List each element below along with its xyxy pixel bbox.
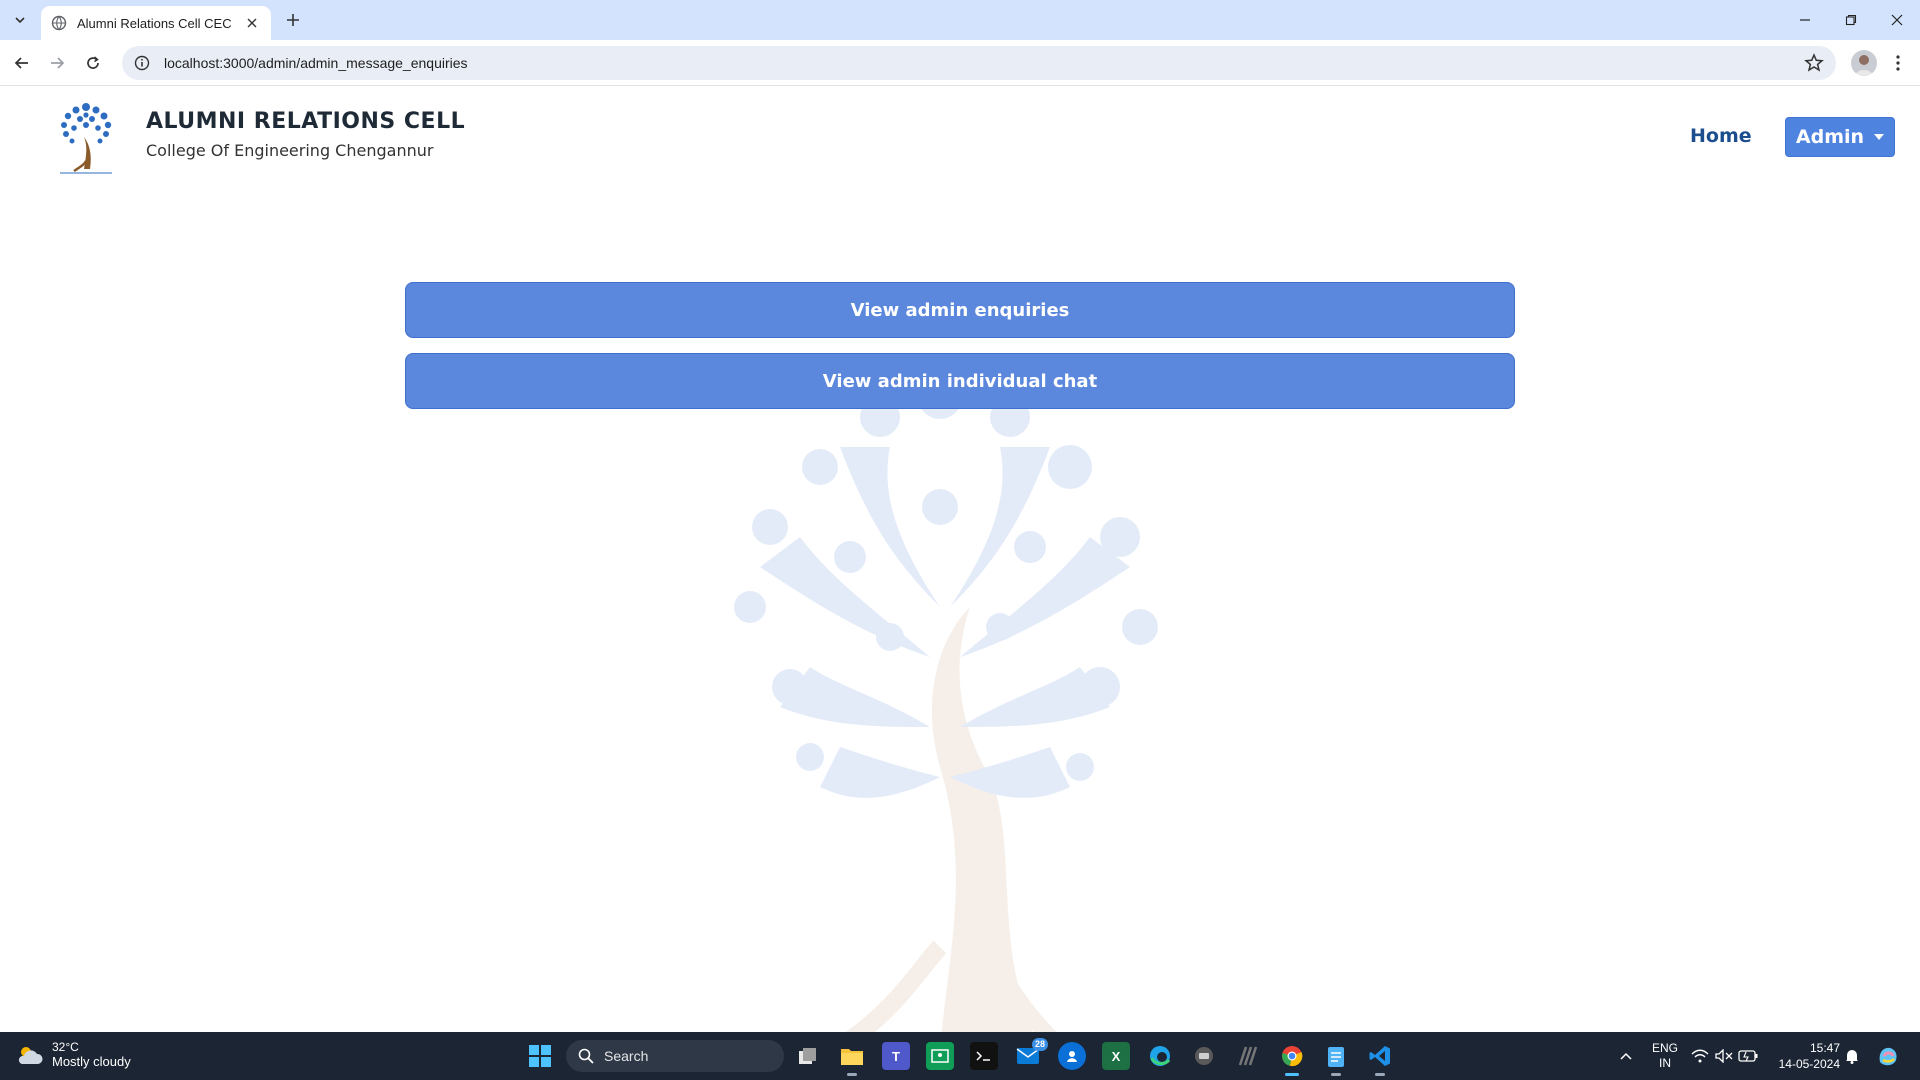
clock-time: 15:47 [1809,1041,1840,1055]
address-bar[interactable]: localhost:3000/admin/admin_message_enqui… [122,46,1836,80]
weather-condition: Mostly cloudy [52,1054,131,1069]
view-admin-enquiries-button[interactable]: View admin enquiries [405,282,1515,338]
notes-app-icon[interactable] [1234,1042,1262,1070]
url-text: localhost:3000/admin/admin_message_enqui… [164,55,468,71]
back-arrow-icon[interactable] [8,49,36,77]
clock-date: 14-05-2024 [1778,1057,1840,1071]
site-header: ALUMNI RELATIONS CELL College Of Enginee… [0,87,1920,187]
tree-watermark-image [734,375,1158,1032]
search-icon [578,1048,594,1064]
copilot-icon[interactable] [1874,1042,1902,1070]
restore-icon[interactable] [1828,0,1874,40]
nav-admin-label: Admin [1795,126,1865,148]
tab-search-chevron-icon[interactable] [8,8,32,32]
caret-down-icon [1874,134,1885,140]
browser-menu-icon[interactable] [1886,51,1910,75]
notification-bell-icon[interactable] [1838,1042,1866,1070]
classroom-icon[interactable] [926,1042,954,1070]
site-title: ALUMNI RELATIONS CELL [146,109,466,134]
globe-icon [51,15,67,31]
region-code: IN [1659,1056,1671,1070]
mail-icon[interactable]: 28 [1014,1038,1048,1070]
file-explorer-icon[interactable] [838,1042,866,1076]
search-placeholder: Search [604,1048,649,1064]
notepad-icon[interactable] [1322,1042,1350,1076]
tray-expand-chevron-icon[interactable] [1612,1042,1640,1070]
vscode-icon[interactable] [1366,1042,1394,1076]
battery-icon[interactable] [1734,1042,1762,1070]
tab-title: Alumni Relations Cell CEC [77,15,232,31]
language-code: ENG [1651,1041,1678,1055]
weather-widget[interactable]: 32°C Mostly cloudy [16,1040,131,1070]
cloud-sun-icon [18,1047,43,1064]
terminal-icon[interactable] [970,1042,998,1070]
mail-badge: 28 [1031,1038,1048,1051]
browser-toolbar: localhost:3000/admin/admin_message_enqui… [0,40,1920,86]
nav-admin-dropdown[interactable]: Admin [1785,117,1895,157]
app-circle-icon[interactable] [1190,1042,1218,1070]
reload-icon[interactable] [79,49,107,77]
taskbar-clock[interactable]: 15:47 14-05-2024 [1770,1040,1840,1072]
teams-icon[interactable]: T [882,1042,910,1070]
site-info-icon[interactable] [134,55,150,71]
browser-tab[interactable]: Alumni Relations Cell CEC [41,6,271,40]
taskbar-search[interactable]: Search [566,1040,784,1072]
store-icon[interactable] [1058,1042,1086,1070]
tab-close-icon[interactable] [243,14,261,32]
windows-start-icon[interactable] [526,1042,554,1070]
minimize-icon[interactable] [1782,0,1828,40]
windows-taskbar: 32°C Mostly cloudy Search T 28 X ENG IN … [0,1032,1920,1080]
site-subtitle: College Of Engineering Chengannur [146,141,434,160]
page-content: ALUMNI RELATIONS CELL College Of Enginee… [0,87,1920,1032]
task-view-icon[interactable] [794,1042,822,1070]
window-close-icon[interactable] [1874,0,1920,40]
language-indicator[interactable]: ENG IN [1650,1041,1680,1071]
new-tab-plus-icon[interactable] [281,8,305,32]
alumni-tree-logo[interactable] [46,97,126,177]
view-admin-individual-chat-button[interactable]: View admin individual chat [405,353,1515,409]
chrome-icon[interactable] [1278,1042,1306,1076]
nav-home-link[interactable]: Home [1690,125,1752,147]
profile-avatar[interactable] [1851,50,1877,76]
bookmark-star-icon[interactable] [1804,53,1824,73]
edge-icon[interactable] [1146,1042,1174,1070]
excel-icon[interactable]: X [1102,1042,1130,1070]
weather-temperature: 32°C [52,1040,79,1054]
browser-tab-strip: Alumni Relations Cell CEC [0,0,1920,40]
forward-arrow-icon[interactable] [43,49,71,77]
